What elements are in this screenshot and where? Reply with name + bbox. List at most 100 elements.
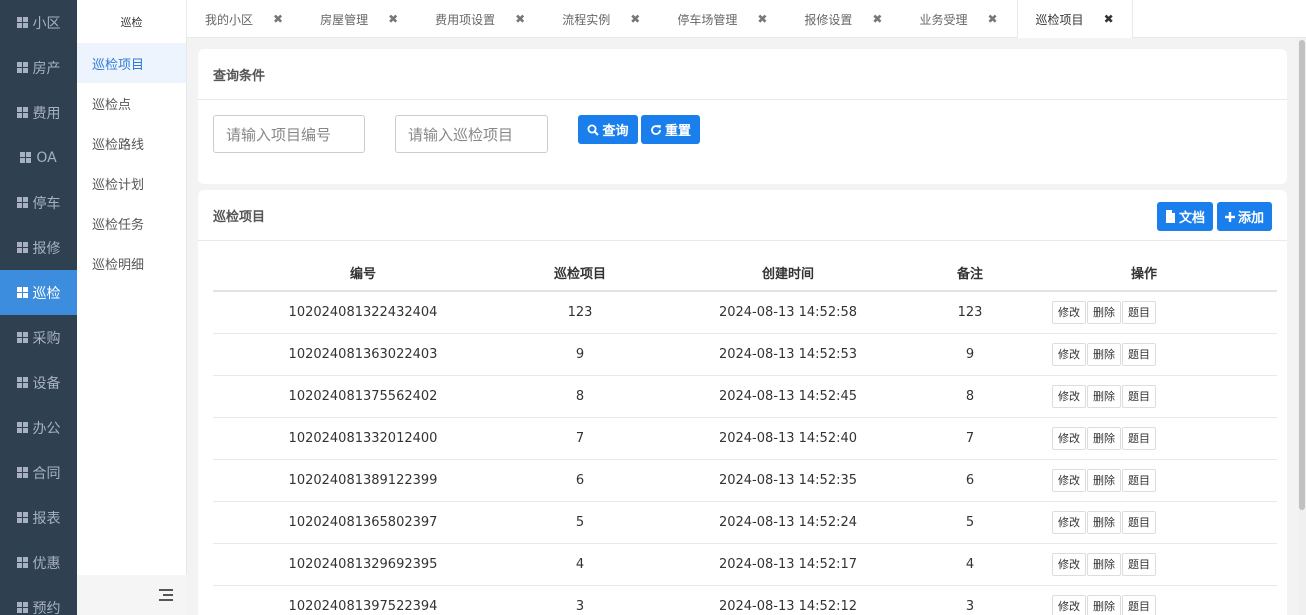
- list-panel-title: 巡检项目: [198, 190, 1287, 241]
- nav-item-label: 合同: [32, 465, 61, 482]
- table-row: 102024081397522394 3 2024-08-13 14:52:12 3 修…: [213, 585, 1277, 615]
- plus-icon: [1224, 211, 1235, 222]
- nav-item-label: 设备: [32, 375, 61, 392]
- cell-created-time: 2024-08-13 14:52:53: [647, 333, 929, 376]
- tab-6[interactable]: 业务受理 ✖: [901, 0, 1016, 38]
- grid-icon: [16, 332, 28, 343]
- nav-item-label: 停车: [32, 195, 61, 212]
- sub-nav-item-4[interactable]: 巡检任务: [77, 203, 186, 243]
- nav-item-13[interactable]: 预约: [0, 585, 77, 615]
- grid-icon: [16, 197, 28, 208]
- nav-item-10[interactable]: 合同: [0, 450, 77, 495]
- close-icon[interactable]: ✖: [630, 12, 640, 26]
- topic-button[interactable]: 题目: [1122, 510, 1156, 534]
- sub-nav-item-1[interactable]: 巡检点: [77, 83, 186, 123]
- sub-nav-item-2[interactable]: 巡检路线: [77, 123, 186, 163]
- cell-code: 102024081363022403: [213, 333, 513, 376]
- edit-button[interactable]: 修改: [1052, 384, 1086, 408]
- edit-button[interactable]: 修改: [1052, 426, 1086, 450]
- cell-note: 7: [929, 417, 1011, 460]
- topic-button[interactable]: 题目: [1122, 426, 1156, 450]
- nav-item-8[interactable]: 设备: [0, 360, 77, 405]
- project-name-input[interactable]: 请输入巡检项目: [395, 115, 548, 153]
- nav-item-label: 报表: [32, 510, 61, 527]
- topic-button[interactable]: 题目: [1122, 552, 1156, 576]
- nav-item-7[interactable]: 采购: [0, 315, 77, 360]
- nav-item-12[interactable]: 优惠: [0, 540, 77, 585]
- topic-button[interactable]: 题目: [1122, 342, 1156, 366]
- nav-item-4[interactable]: 停车: [0, 180, 77, 225]
- close-icon[interactable]: ✖: [388, 12, 398, 26]
- reset-button[interactable]: 重置: [641, 115, 700, 144]
- delete-button[interactable]: 删除: [1087, 300, 1121, 324]
- edit-button[interactable]: 修改: [1052, 510, 1086, 534]
- nav-item-2[interactable]: 费用: [0, 90, 77, 135]
- add-button[interactable]: 添加: [1216, 202, 1272, 231]
- nav-item-11[interactable]: 报表: [0, 495, 77, 540]
- nav-item-label: 办公: [32, 420, 61, 437]
- tab-7[interactable]: 巡检项目 ✖: [1016, 0, 1133, 38]
- edit-button[interactable]: 修改: [1052, 468, 1086, 492]
- close-icon[interactable]: ✖: [757, 12, 767, 26]
- cell-actions: 修改 删除 题目: [1011, 501, 1277, 544]
- topic-button[interactable]: 题目: [1122, 384, 1156, 408]
- cell-note: 5: [929, 501, 1011, 544]
- search-button[interactable]: 查询: [578, 115, 638, 144]
- close-icon[interactable]: ✖: [987, 12, 997, 26]
- nav-item-3[interactable]: OA: [0, 135, 77, 180]
- close-icon[interactable]: ✖: [515, 12, 525, 26]
- tab-2[interactable]: 费用项设置 ✖: [417, 0, 544, 38]
- nav-item-label: 优惠: [32, 555, 61, 572]
- tab-4[interactable]: 停车场管理 ✖: [659, 0, 786, 38]
- document-button[interactable]: 文档: [1156, 202, 1213, 231]
- sub-nav-item-5[interactable]: 巡检明细: [77, 243, 186, 283]
- nav-item-0[interactable]: 小区: [0, 0, 77, 45]
- edit-button[interactable]: 修改: [1052, 342, 1086, 366]
- topic-button[interactable]: 题目: [1122, 594, 1156, 615]
- nav-item-6[interactable]: 巡检: [0, 270, 77, 315]
- tab-1[interactable]: 房屋管理 ✖: [302, 0, 417, 38]
- cell-actions: 修改 删除 题目: [1011, 291, 1277, 334]
- cell-created-time: 2024-08-13 14:52:35: [647, 459, 929, 502]
- edit-button[interactable]: 修改: [1052, 300, 1086, 324]
- document-button-label: 文档: [1178, 211, 1205, 226]
- project-code-input[interactable]: 请输入项目编号: [213, 115, 365, 153]
- delete-button[interactable]: 删除: [1087, 468, 1121, 492]
- tab-5[interactable]: 报修设置 ✖: [786, 0, 901, 38]
- topic-button[interactable]: 题目: [1122, 468, 1156, 492]
- close-icon[interactable]: ✖: [273, 12, 283, 26]
- delete-button[interactable]: 删除: [1087, 510, 1121, 534]
- sub-nav-item-0[interactable]: 巡检项目: [77, 43, 186, 83]
- tab-3[interactable]: 流程实例 ✖: [544, 0, 659, 38]
- tab-label: 巡检项目: [1035, 12, 1084, 27]
- delete-button[interactable]: 删除: [1087, 426, 1121, 450]
- collapse-menu-icon[interactable]: [159, 589, 173, 601]
- tab-label: 费用项设置: [435, 12, 496, 27]
- sub-nav-item-3[interactable]: 巡检计划: [77, 163, 186, 203]
- tab-0[interactable]: 我的小区 ✖: [187, 0, 302, 38]
- cell-name: 9: [513, 333, 647, 376]
- grid-icon: [16, 62, 28, 73]
- inspection-items-table: 编号 巡检项目 创建时间 备注 操作 102024081322432404 123…: [213, 255, 1277, 615]
- reset-button-label: 重置: [664, 124, 691, 139]
- topic-button[interactable]: 题目: [1122, 300, 1156, 324]
- delete-button[interactable]: 删除: [1087, 342, 1121, 366]
- close-icon[interactable]: ✖: [872, 12, 882, 26]
- cell-note: 6: [929, 459, 1011, 502]
- delete-button[interactable]: 删除: [1087, 552, 1121, 576]
- nav-item-9[interactable]: 办公: [0, 405, 77, 450]
- edit-button[interactable]: 修改: [1052, 552, 1086, 576]
- edit-button[interactable]: 修改: [1052, 594, 1086, 615]
- scrollbar-thumb[interactable]: [1299, 40, 1305, 510]
- page-scrollbar[interactable]: [1298, 38, 1306, 615]
- close-icon[interactable]: ✖: [1104, 12, 1114, 26]
- delete-button[interactable]: 删除: [1087, 384, 1121, 408]
- nav-item-5[interactable]: 报修: [0, 225, 77, 270]
- refresh-icon: [651, 124, 661, 135]
- delete-button[interactable]: 删除: [1087, 594, 1121, 615]
- cell-code: 102024081329692395: [213, 543, 513, 586]
- nav-item-1[interactable]: 房产: [0, 45, 77, 90]
- cell-created-time: 2024-08-13 14:52:12: [647, 585, 929, 615]
- cell-code: 102024081332012400: [213, 417, 513, 460]
- cell-actions: 修改 删除 题目: [1011, 375, 1277, 418]
